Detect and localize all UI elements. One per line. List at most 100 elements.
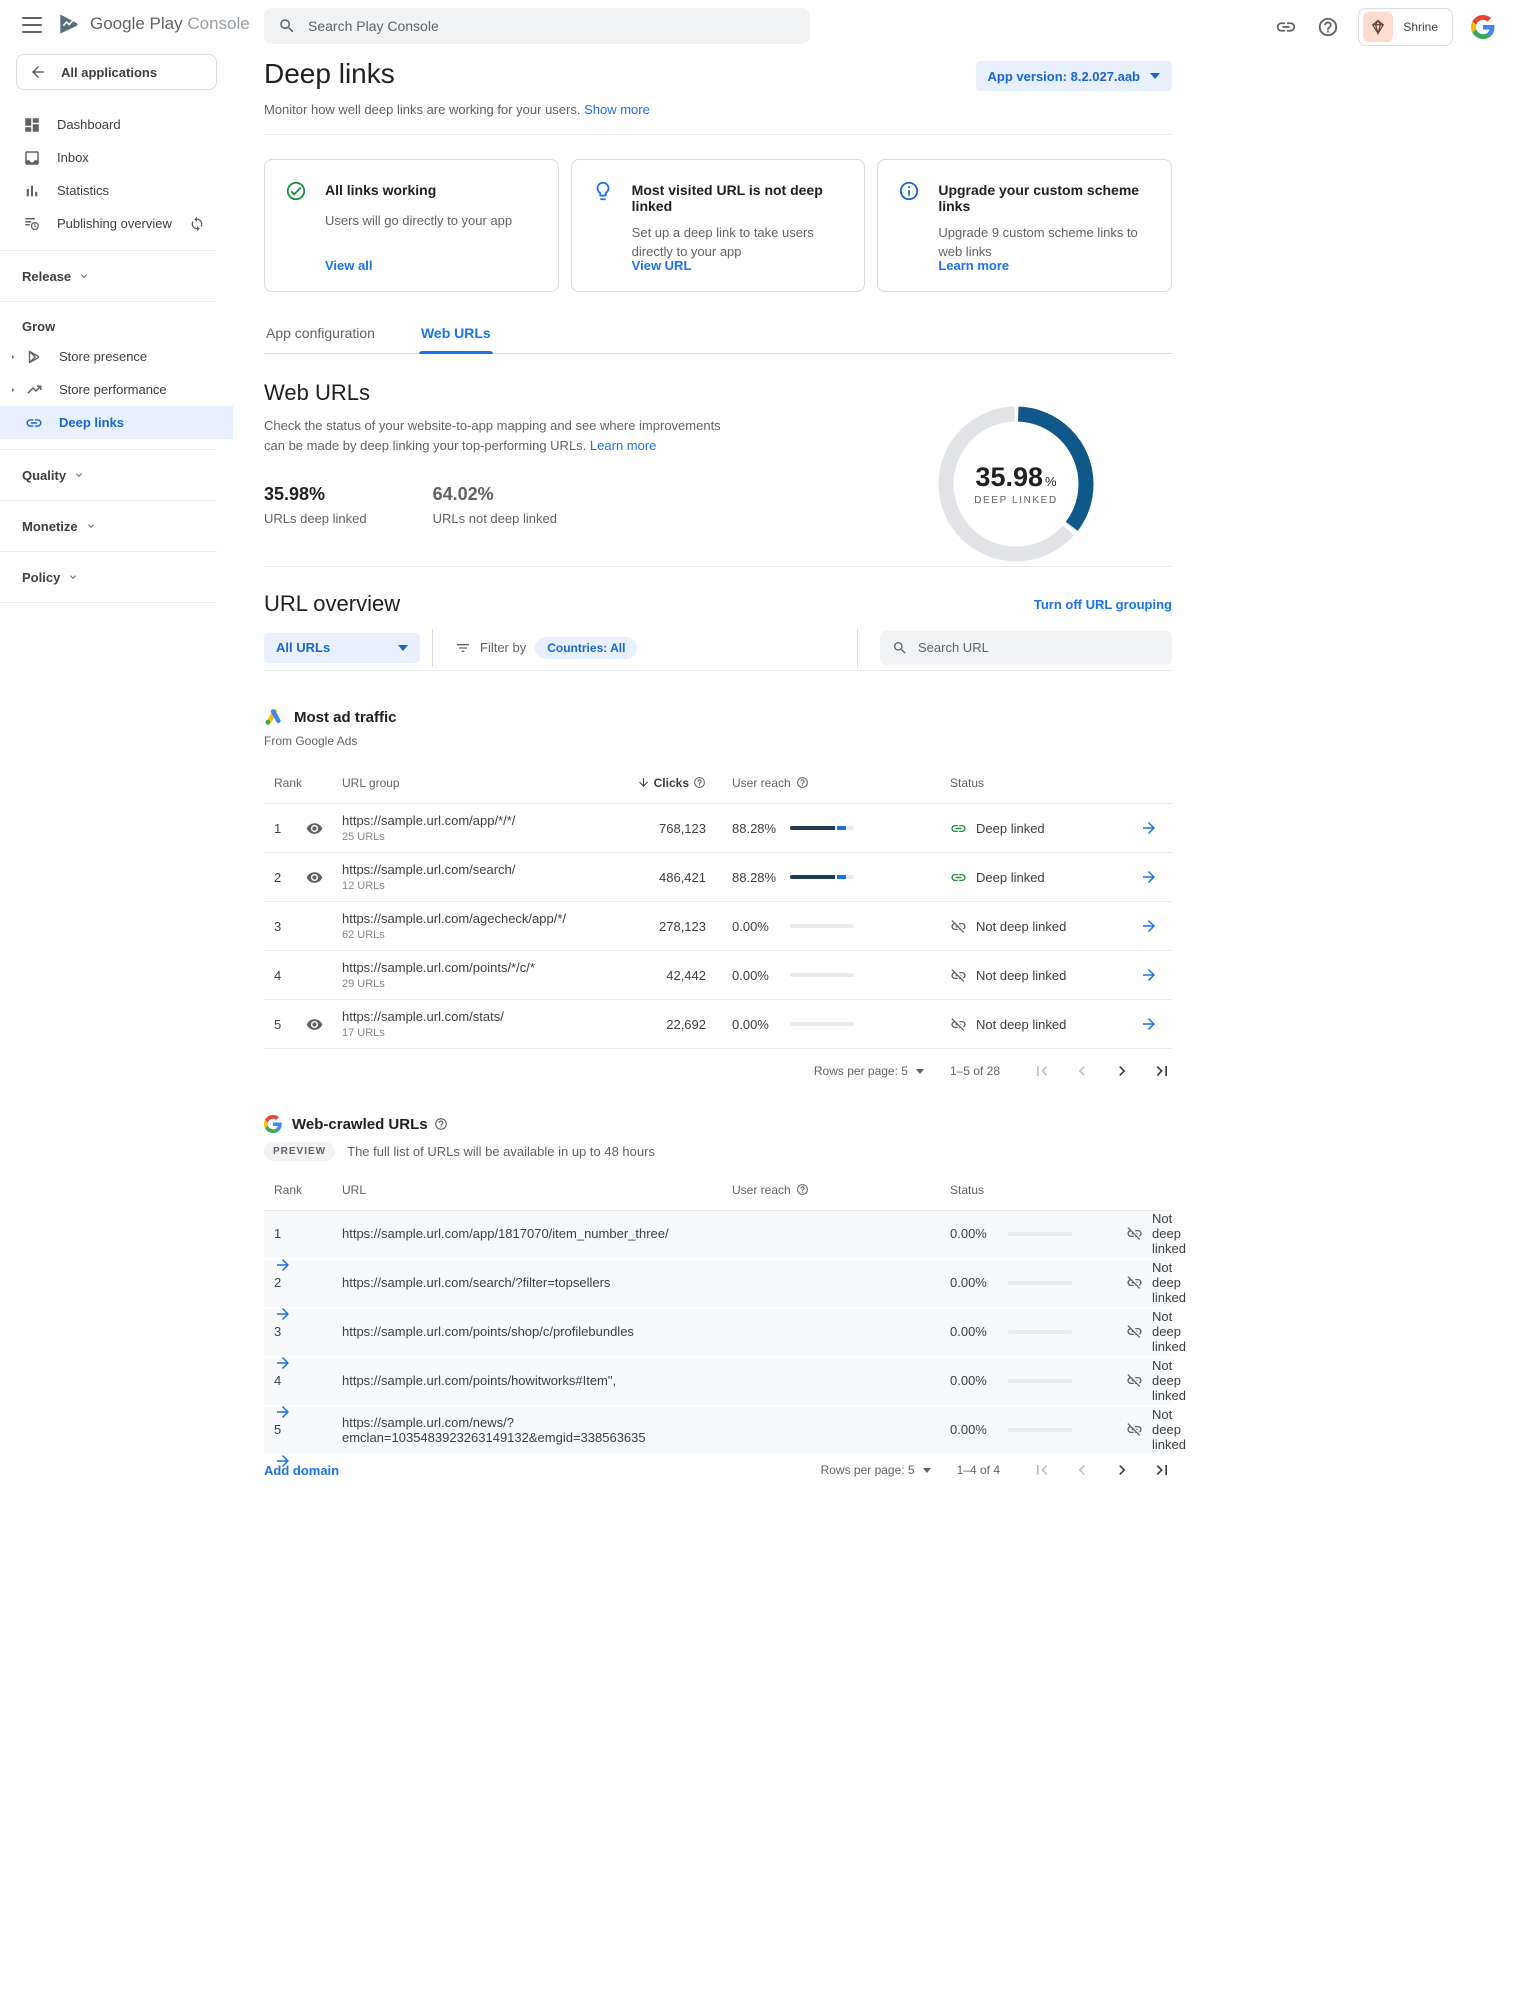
back-arrow-icon <box>29 63 47 81</box>
clicks-sort-header[interactable]: Clicks <box>588 776 706 790</box>
previous-page-button[interactable] <box>1072 1061 1092 1081</box>
next-page-button[interactable] <box>1112 1460 1132 1480</box>
previous-page-button[interactable] <box>1072 1460 1092 1480</box>
table-row[interactable]: 5 https://sample.url.com/stats/17 URLs 2… <box>264 1000 1172 1049</box>
sync-icon[interactable] <box>187 214 207 234</box>
learn-more-link[interactable]: Learn more <box>938 258 1009 273</box>
table-row[interactable]: 3 https://sample.url.com/points/shop/c/p… <box>264 1309 1172 1358</box>
sidebar-section-monetize[interactable]: Monetize <box>0 511 233 541</box>
last-page-button[interactable] <box>1152 1460 1172 1480</box>
table-row[interactable]: 5 https://sample.url.com/news/?emclan=10… <box>264 1407 1172 1456</box>
tab-app-configuration[interactable]: App configuration <box>264 325 377 353</box>
publishing-overview-icon <box>22 214 42 234</box>
open-row-arrow[interactable] <box>1126 868 1172 886</box>
web-crawled-title: Web-crawled URLs <box>292 1116 428 1133</box>
sidebar-divider <box>0 301 217 302</box>
web-urls-description: Check the status of your website-to-app … <box>264 416 734 456</box>
dropdown-arrow-icon <box>398 645 408 651</box>
insight-cards: All links working Users will go directly… <box>264 159 1172 292</box>
sidebar-item-store-performance[interactable]: Store performance <box>0 373 233 406</box>
statistics-icon <box>22 181 42 201</box>
top-bar: Google Play Console Search Play Console … <box>0 0 1513 52</box>
help-circle-icon[interactable] <box>796 776 809 789</box>
dropdown-arrow-icon <box>916 1069 924 1074</box>
user-reach-bar <box>1008 1330 1072 1334</box>
view-url-link[interactable]: View URL <box>632 258 692 273</box>
sidebar-item-deep-links[interactable]: Deep links <box>0 406 233 439</box>
shrine-app-icon <box>1363 12 1393 42</box>
play-console-deep-links-page: Google Play Console Search Play Console … <box>0 0 1513 1999</box>
rows-per-page-dropdown[interactable]: Rows per page: 5 <box>821 1463 931 1477</box>
help-circle-icon[interactable] <box>434 1117 448 1131</box>
sidebar: All applications Dashboard Inbox Statist… <box>0 52 233 613</box>
eye-icon[interactable] <box>306 1016 342 1033</box>
tab-web-urls[interactable]: Web URLs <box>419 325 493 353</box>
show-more-link[interactable]: Show more <box>584 102 650 117</box>
sidebar-item-dashboard[interactable]: Dashboard <box>0 108 233 141</box>
open-row-arrow[interactable] <box>264 1305 306 1323</box>
open-row-arrow[interactable] <box>1126 1015 1172 1033</box>
google-account-icon[interactable] <box>1471 15 1495 39</box>
deep-linked-icon <box>950 869 967 886</box>
table-row[interactable]: 1 https://sample.url.com/app/*/*/25 URLs… <box>264 804 1172 853</box>
rows-per-page-dropdown[interactable]: Rows per page: 5 <box>814 1064 924 1078</box>
view-all-link[interactable]: View all <box>325 258 372 273</box>
sidebar-section-policy[interactable]: Policy <box>0 562 233 592</box>
first-page-button[interactable] <box>1032 1061 1052 1081</box>
open-row-arrow[interactable] <box>264 1354 306 1372</box>
play-console-logo[interactable]: Google Play Console <box>56 11 250 37</box>
next-page-button[interactable] <box>1112 1061 1132 1081</box>
sidebar-section-release[interactable]: Release <box>0 261 233 291</box>
table-row[interactable]: 1 https://sample.url.com/app/1817070/ite… <box>264 1211 1172 1260</box>
eye-icon[interactable] <box>306 820 342 837</box>
help-circle-icon[interactable] <box>693 776 706 789</box>
hamburger-menu-icon[interactable] <box>22 17 42 33</box>
eye-icon[interactable] <box>306 869 342 886</box>
help-icon[interactable] <box>1316 15 1340 39</box>
page-range: 1–4 of 4 <box>957 1463 1000 1477</box>
turn-off-url-grouping-link[interactable]: Turn off URL grouping <box>1034 597 1172 612</box>
first-page-button[interactable] <box>1032 1460 1052 1480</box>
dropdown-arrow-icon <box>923 1468 931 1473</box>
open-row-arrow[interactable] <box>1126 966 1172 984</box>
preview-badge: PREVIEW <box>264 1142 335 1161</box>
user-reach-bar <box>1008 1428 1072 1432</box>
app-version-selector[interactable]: App version: 8.2.027.aab <box>976 61 1172 91</box>
table-row[interactable]: 3 https://sample.url.com/agecheck/app/*/… <box>264 902 1172 951</box>
help-circle-icon[interactable] <box>796 1183 809 1196</box>
learn-more-link[interactable]: Learn more <box>590 438 656 453</box>
sidebar-item-inbox[interactable]: Inbox <box>0 141 233 174</box>
open-row-arrow[interactable] <box>264 1256 306 1274</box>
app-switcher-chip[interactable]: Shrine <box>1358 8 1453 46</box>
not-deep-linked-icon <box>950 918 967 935</box>
sidebar-item-publishing-overview[interactable]: Publishing overview <box>0 207 233 240</box>
table-row[interactable]: 2 https://sample.url.com/search/12 URLs … <box>264 853 1172 902</box>
search-url-input[interactable]: Search URL <box>880 631 1172 665</box>
google-ads-icon <box>264 707 284 727</box>
sidebar-divider <box>0 449 217 450</box>
search-input[interactable]: Search Play Console <box>264 8 810 44</box>
user-reach-bar <box>790 924 854 928</box>
last-page-button[interactable] <box>1152 1061 1172 1081</box>
countries-filter-chip[interactable]: Countries: All <box>535 637 637 659</box>
open-row-arrow[interactable] <box>1126 917 1172 935</box>
url-type-dropdown[interactable]: All URLs <box>264 633 420 663</box>
sidebar-item-statistics[interactable]: Statistics <box>0 174 233 207</box>
add-domain-link[interactable]: Add domain <box>264 1463 339 1478</box>
not-deep-linked-icon <box>1126 1274 1143 1291</box>
open-row-arrow[interactable] <box>264 1403 306 1421</box>
chevron-down-icon <box>67 571 79 583</box>
table-row[interactable]: 4 https://sample.url.com/points/howitwor… <box>264 1358 1172 1407</box>
card-most-visited-url: Most visited URL is not deep linked Set … <box>571 159 866 292</box>
open-row-arrow[interactable] <box>1126 819 1172 837</box>
search-icon <box>892 640 908 656</box>
play-console-logo-icon <box>56 11 82 37</box>
link-shortcut-icon[interactable] <box>1274 15 1298 39</box>
sidebar-section-quality[interactable]: Quality <box>0 460 233 490</box>
inbox-icon <box>22 148 42 168</box>
all-applications-button[interactable]: All applications <box>16 54 217 90</box>
user-reach-bar <box>1008 1232 1072 1236</box>
table-row[interactable]: 2 https://sample.url.com/search/?filter=… <box>264 1260 1172 1309</box>
table-row[interactable]: 4 https://sample.url.com/points/*/c/*29 … <box>264 951 1172 1000</box>
sidebar-item-store-presence[interactable]: Store presence <box>0 340 233 373</box>
